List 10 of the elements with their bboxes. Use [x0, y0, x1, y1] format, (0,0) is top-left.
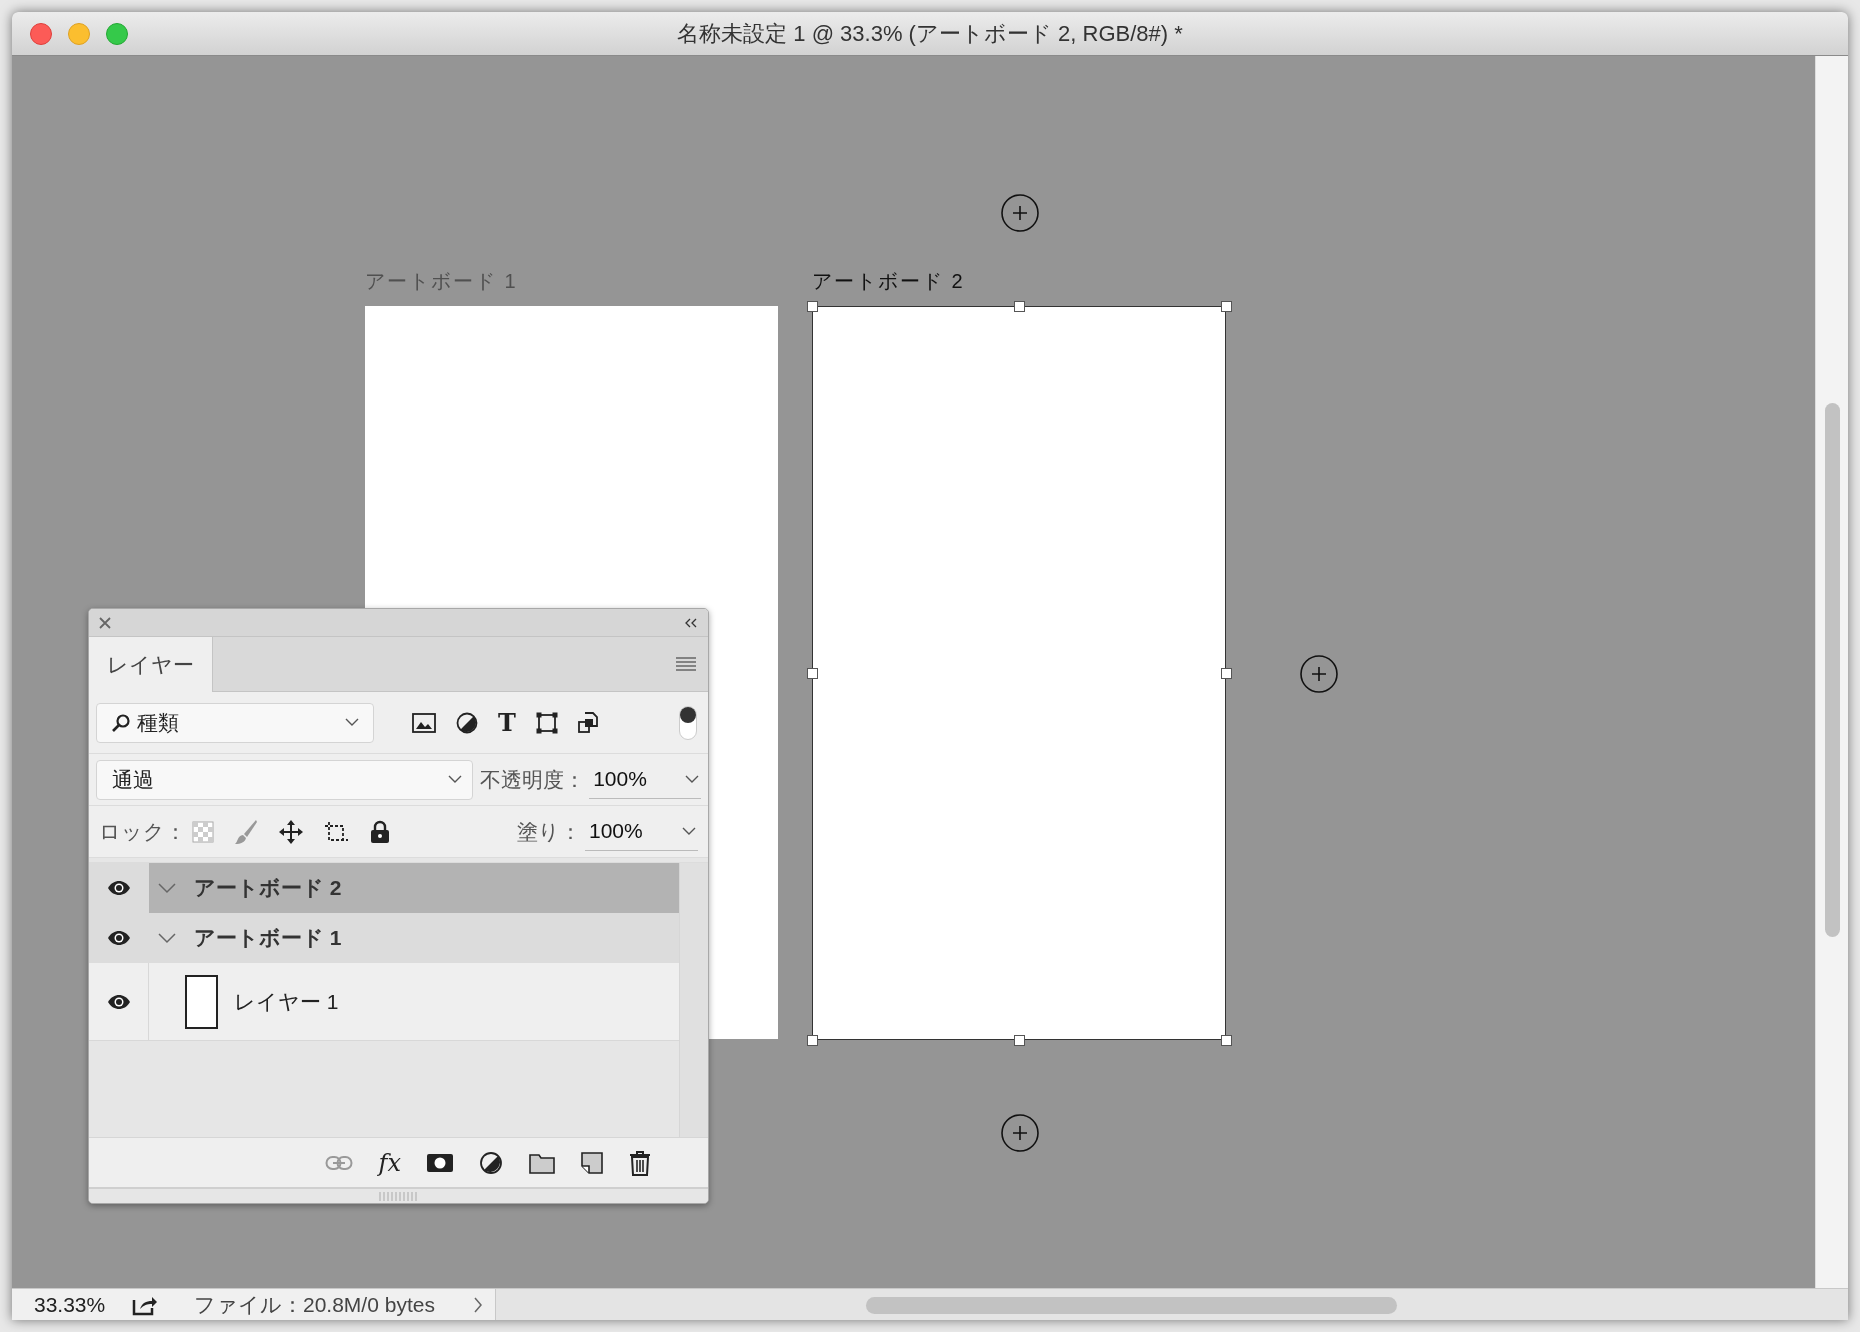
blend-mode-value: 通過	[112, 766, 155, 793]
lock-label: ロック：	[99, 818, 186, 845]
opacity-label: 不透明度：	[480, 766, 586, 793]
window-title: 名称未設定 1 @ 33.3% (アートボード 2, RGB/8#) *	[677, 20, 1183, 48]
filter-value: 種類	[137, 709, 180, 736]
layer-name: アートボード 2	[194, 875, 342, 902]
layer-name: アートボード 1	[194, 925, 342, 952]
fill-label: 塗り：	[517, 818, 581, 845]
layer-name: レイヤー 1	[234, 988, 339, 1015]
file-info: ファイル：20.8M/0 bytes	[194, 1291, 435, 1318]
